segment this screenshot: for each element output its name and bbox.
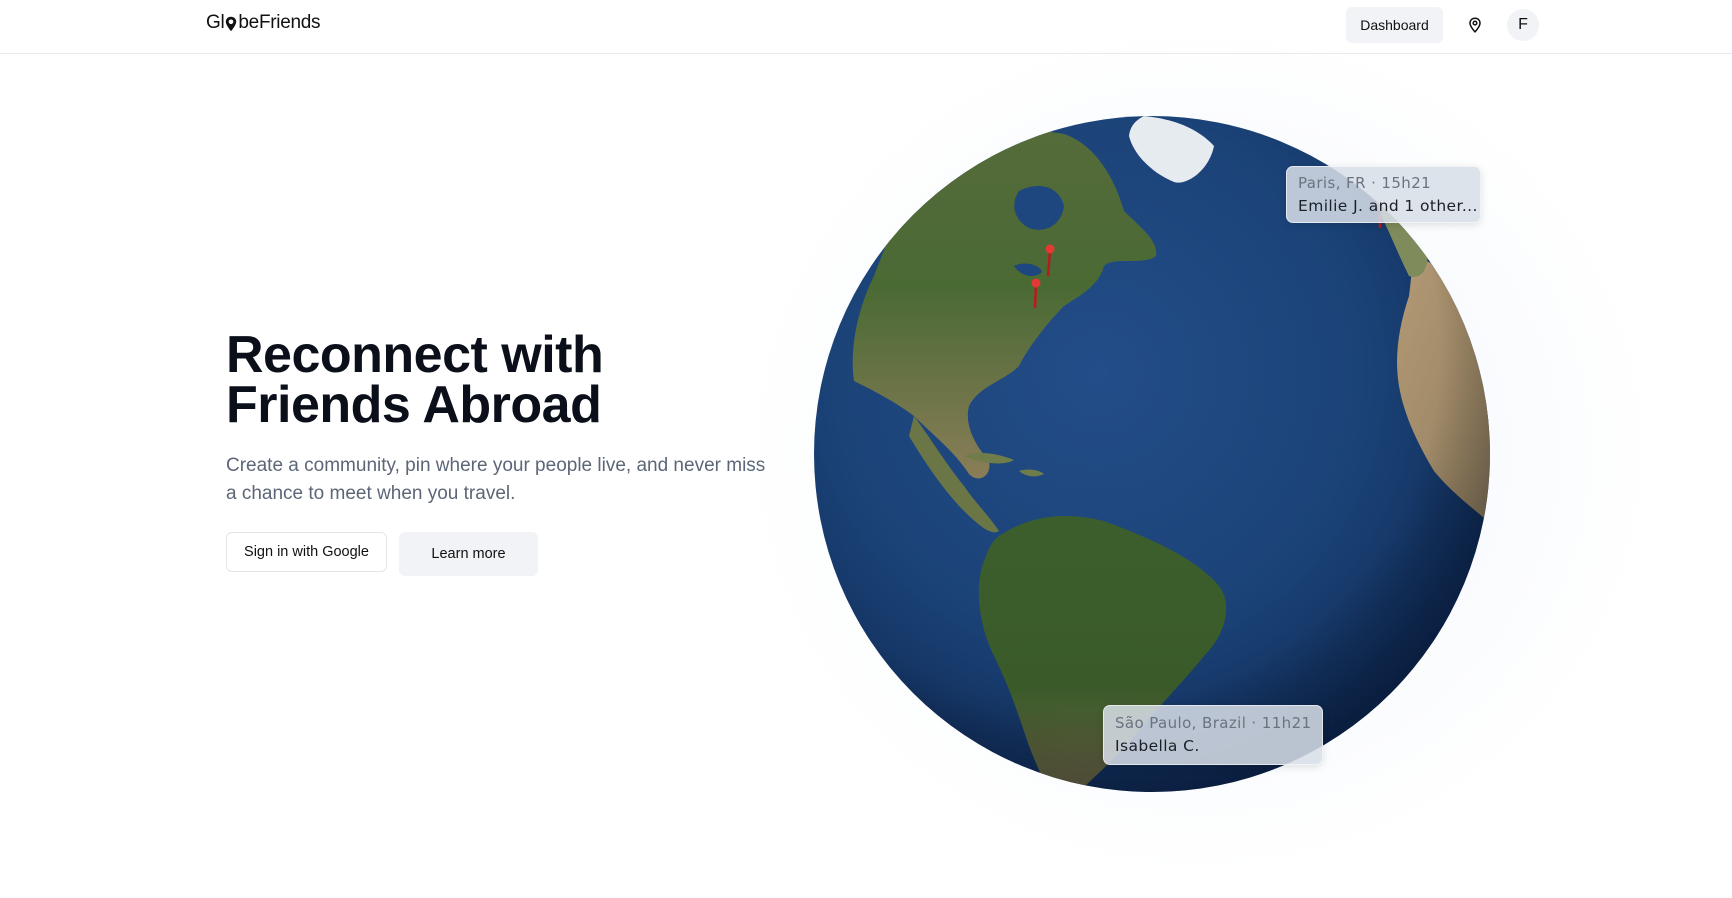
app-logo[interactable]: Gl beFriends xyxy=(206,12,321,34)
hero-title: Reconnect with Friends Abroad xyxy=(226,326,604,434)
tooltip-location: Paris, FR · 15h21 xyxy=(1298,174,1432,192)
sao-paulo-tooltip[interactable]: São Paulo, Brazil · 11h21 Isabella C. xyxy=(1103,705,1323,765)
user-avatar[interactable]: F xyxy=(1507,9,1539,41)
map-pin-icon[interactable] xyxy=(1459,9,1491,41)
sign-in-google-button[interactable]: Sign in with Google xyxy=(226,532,387,572)
dashboard-button[interactable]: Dashboard xyxy=(1346,7,1443,43)
learn-more-button[interactable]: Learn more xyxy=(399,532,538,576)
tooltip-people: Isabella C. xyxy=(1115,737,1200,755)
tooltip-location: São Paulo, Brazil · 11h21 xyxy=(1115,714,1312,732)
tooltip-people: Emilie J. and 1 other... xyxy=(1298,197,1478,215)
logo-pin-icon xyxy=(225,14,237,32)
top-navbar: Gl beFriends Dashboard F xyxy=(0,0,1732,54)
logo-text-suffix: beFriends xyxy=(238,12,321,33)
logo-text-prefix: Gl xyxy=(206,12,225,33)
hero-subtitle: Create a community, pin where your peopl… xyxy=(226,455,766,504)
paris-tooltip[interactable]: Paris, FR · 15h21 Emilie J. and 1 other.… xyxy=(1286,166,1481,223)
